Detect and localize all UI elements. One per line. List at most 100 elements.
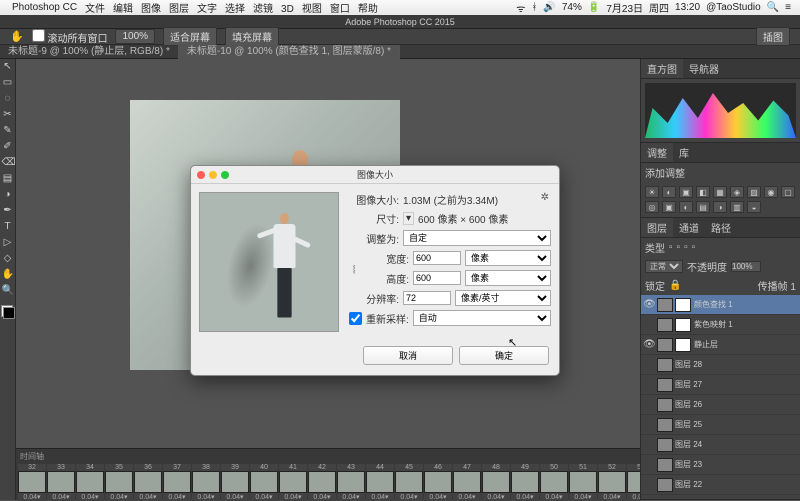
adj-icon[interactable]: ◑ (713, 201, 727, 213)
timeline-frame[interactable]: 460.04▾ (424, 464, 452, 501)
color-swatch[interactable] (1, 305, 15, 319)
adj-icon[interactable]: ▢ (781, 186, 795, 198)
adj-icon[interactable]: ▥ (730, 201, 744, 213)
tool-icon[interactable]: ◇ (2, 253, 14, 265)
adj-icon[interactable]: ▨ (747, 186, 761, 198)
tab-adjustments[interactable]: 调整 (641, 143, 673, 162)
tool-icon[interactable]: ▤ (2, 173, 14, 185)
fill-screen-button[interactable]: 填充屏幕 (225, 27, 279, 46)
res-unit-select[interactable]: 像素/英寸 (455, 290, 551, 306)
ok-button[interactable]: 确定 (459, 346, 549, 365)
menu-文字[interactable]: 文字 (197, 4, 217, 15)
tab-layers[interactable]: 图层 (641, 218, 673, 237)
search-icon[interactable]: 🔍 (767, 2, 779, 13)
timeline-frame[interactable]: 430.04▾ (337, 464, 365, 501)
tool-icon[interactable]: ▷ (2, 237, 14, 249)
timeline-frame[interactable]: 500.04▾ (540, 464, 568, 501)
tab-channels[interactable]: 通道 (673, 218, 705, 237)
timeline-frame[interactable]: 470.04▾ (453, 464, 481, 501)
timeline-frame[interactable]: 450.04▾ (395, 464, 423, 501)
timeline-frame[interactable]: 420.04▾ (308, 464, 336, 501)
layer-row[interactable]: 图层 26 (641, 395, 800, 415)
menu-icon[interactable]: ≡ (785, 2, 791, 13)
layer-row[interactable]: 图层 28 (641, 355, 800, 375)
menu-图层[interactable]: 图层 (169, 4, 189, 15)
timeline-frame[interactable]: 370.04▾ (163, 464, 191, 501)
tool-icon[interactable]: ✋ (2, 269, 14, 281)
layer-row[interactable]: 图层 23 (641, 455, 800, 475)
adj-icon[interactable]: ◉ (764, 186, 778, 198)
filter-icon[interactable]: ▫ (677, 242, 681, 253)
height-input[interactable] (413, 271, 461, 285)
menu-帮助[interactable]: 帮助 (358, 4, 378, 15)
layer-row[interactable]: 图层 25 (641, 415, 800, 435)
menu-3D[interactable]: 3D (281, 4, 294, 15)
hand-tool-icon[interactable]: ✋ (10, 30, 24, 43)
menu-date[interactable]: 7月23日 (606, 0, 643, 15)
timeline-frame[interactable]: 350.04▾ (105, 464, 133, 501)
visibility-icon[interactable]: 👁 (643, 299, 655, 310)
tab-histogram[interactable]: 直方图 (641, 59, 683, 78)
timeline-frame[interactable]: 360.04▾ (134, 464, 162, 501)
adj-icon[interactable]: ▤ (696, 201, 710, 213)
menu-窗口[interactable]: 窗口 (330, 4, 350, 15)
fit-select[interactable]: 自定 (403, 230, 551, 246)
layer-row[interactable]: 👁颜色查找 1 (641, 295, 800, 315)
bluetooth-icon[interactable]: ᚼ (531, 2, 537, 13)
gear-icon[interactable]: ✲ (541, 192, 549, 203)
document-tab[interactable]: 未标题-9 @ 100% (静止层, RGB/8) * (0, 45, 179, 59)
adj-icon[interactable]: ▦ (713, 186, 727, 198)
pic-button[interactable]: 插图 (756, 27, 790, 46)
layer-row[interactable]: 👁静止层 (641, 335, 800, 355)
tool-icon[interactable]: ↖ (2, 61, 14, 73)
width-input[interactable] (413, 251, 461, 265)
filter-icon[interactable]: ▫ (684, 242, 688, 253)
adj-icon[interactable]: ◐ (662, 186, 676, 198)
menu-滤镜[interactable]: 滤镜 (253, 4, 273, 15)
battery-icon[interactable]: 🔋 (588, 2, 600, 13)
opacity-input[interactable] (731, 261, 761, 272)
fit-screen-button[interactable]: 适合屏幕 (163, 27, 217, 46)
menu-文件[interactable]: 文件 (85, 4, 105, 15)
tab-navigator[interactable]: 导航器 (683, 59, 725, 78)
timeline-frame[interactable]: 490.04▾ (511, 464, 539, 501)
resample-checkbox[interactable] (349, 312, 362, 325)
adj-icon[interactable]: ▣ (662, 201, 676, 213)
zoom-level[interactable]: 100% (115, 29, 155, 44)
height-unit-select[interactable]: 像素 (465, 270, 551, 286)
tool-icon[interactable]: ⌫ (2, 157, 14, 169)
filter-icon[interactable]: ▫ (692, 242, 696, 253)
tool-icon[interactable]: ▭ (2, 77, 14, 89)
filter-icon[interactable]: ▫ (669, 242, 673, 253)
res-input[interactable] (403, 291, 451, 305)
adj-icon[interactable]: ☀ (645, 186, 659, 198)
link-icon[interactable]: 𝄔 (349, 265, 359, 276)
timeline-frame[interactable]: 390.04▾ (221, 464, 249, 501)
timeline-frame[interactable]: 530.04▾ (627, 464, 640, 501)
menu-user[interactable]: @TaoStudio (706, 2, 761, 13)
document-tab[interactable]: 未标题-10 @ 100% (颜色查找 1, 图层蒙版/8) * (179, 45, 400, 59)
volume-icon[interactable]: 🔊 (543, 2, 555, 13)
timeline-frame[interactable]: 320.04▾ (18, 464, 46, 501)
timeline-frame[interactable]: 410.04▾ (279, 464, 307, 501)
tab-paths[interactable]: 路径 (705, 218, 737, 237)
app-name[interactable]: Photoshop CC (12, 2, 77, 13)
lock-icon[interactable]: 🔒 (669, 280, 681, 291)
layer-row[interactable]: 图层 27 (641, 375, 800, 395)
menu-编辑[interactable]: 编辑 (113, 4, 133, 15)
timeline-frame[interactable]: 480.04▾ (482, 464, 510, 501)
propagate-label[interactable]: 传播帧 1 (758, 278, 796, 293)
resample-select[interactable]: 自动 (413, 310, 551, 326)
adj-icon[interactable]: ◈ (730, 186, 744, 198)
tab-library[interactable]: 库 (673, 143, 695, 162)
cancel-button[interactable]: 取消 (363, 346, 453, 365)
layer-row[interactable]: 图层 22 (641, 475, 800, 495)
adj-icon[interactable]: ◒ (747, 201, 761, 213)
tool-icon[interactable]: ◌ (2, 93, 14, 105)
tool-icon[interactable]: ✂ (2, 109, 14, 121)
tool-icon[interactable]: ✐ (2, 141, 14, 153)
width-unit-select[interactable]: 像素 (465, 250, 551, 266)
adj-icon[interactable]: ◧ (696, 186, 710, 198)
layer-row[interactable]: 图层 24 (641, 435, 800, 455)
timeline-frame[interactable]: 400.04▾ (250, 464, 278, 501)
